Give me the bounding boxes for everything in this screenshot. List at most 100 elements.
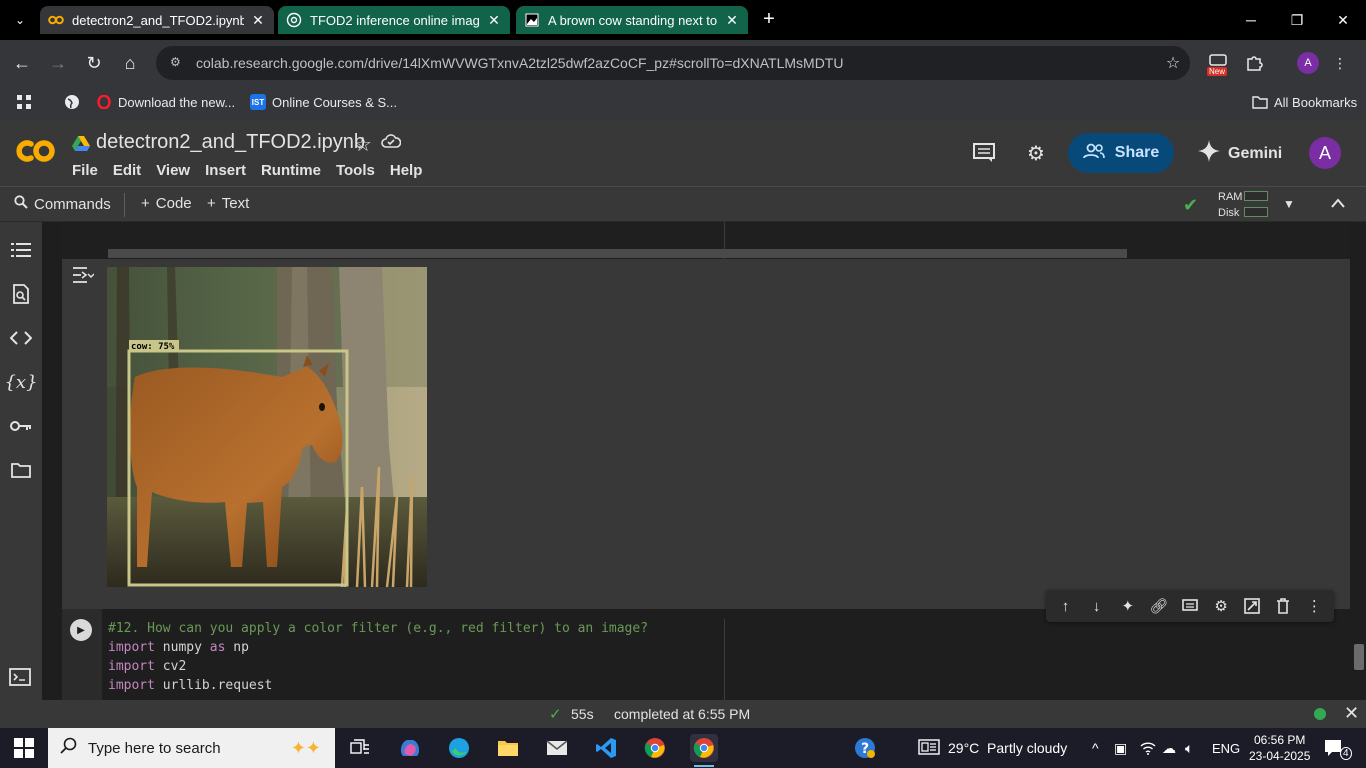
cell-settings-icon[interactable]: ⚙	[1210, 595, 1232, 617]
share-button[interactable]: Share	[1068, 133, 1174, 173]
close-icon[interactable]: ✕	[250, 12, 266, 29]
move-down-icon[interactable]: ↓	[1086, 595, 1108, 617]
tab-tfod2-inference[interactable]: TFOD2 inference online image ✕	[278, 6, 510, 34]
extensions-puzzle-icon[interactable]	[1243, 52, 1265, 74]
window-close-icon[interactable]: ✕	[1320, 0, 1366, 40]
back-arrow-icon[interactable]: ←	[10, 51, 34, 75]
tab-colab[interactable]: detectron2_and_TFOD2.ipynb - ✕	[40, 6, 274, 34]
browser-profile-avatar[interactable]: A	[1297, 52, 1319, 74]
new-badge: New	[1207, 67, 1228, 76]
close-status-icon[interactable]: ✕	[1344, 703, 1359, 724]
settings-gear-icon[interactable]: ⚙	[1023, 140, 1049, 166]
people-icon	[1082, 143, 1105, 164]
code-line: import numpy as np	[108, 640, 249, 655]
weather-widget[interactable]: 29°C Partly cloudy	[918, 728, 1067, 768]
link-icon[interactable]: 🔗︎	[1148, 595, 1170, 617]
commands-button[interactable]: Commands	[14, 195, 111, 213]
tab-cow-image[interactable]: A brown cow standing next to a ✕	[516, 6, 748, 34]
help-icon[interactable]: ?	[851, 734, 879, 762]
forward-arrow-icon[interactable]: →	[46, 51, 70, 75]
terminal-icon[interactable]	[9, 668, 33, 688]
site-info-icon[interactable]: ⚙	[170, 55, 186, 71]
close-icon[interactable]: ✕	[486, 12, 502, 29]
reload-icon[interactable]: ↻	[82, 51, 106, 75]
gemini-button[interactable]: Gemini	[1198, 140, 1282, 167]
menu-view[interactable]: View	[156, 162, 201, 179]
notebook-title[interactable]: detectron2_and_TFOD2.ipynb	[96, 131, 365, 154]
mirror-cell-icon[interactable]	[1241, 595, 1263, 617]
colab-logo-icon[interactable]	[14, 135, 58, 167]
menu-tools[interactable]: Tools	[336, 162, 386, 179]
browser-tabstrip: ⌄ detectron2_and_TFOD2.ipynb - ✕ TFOD2 i…	[0, 0, 1366, 40]
mail-icon[interactable]	[543, 734, 571, 762]
add-code-button[interactable]: + Code	[141, 195, 192, 212]
execution-duration: 55s	[571, 706, 594, 722]
menu-file[interactable]: File	[72, 162, 109, 179]
globe-icon[interactable]	[64, 94, 80, 110]
all-bookmarks[interactable]: All Bookmarks	[1252, 94, 1357, 110]
system-clock[interactable]: 06:56 PM 23-04-2025	[1249, 732, 1310, 764]
notifications-icon[interactable]: 4	[1324, 728, 1352, 768]
task-view-icon[interactable]	[346, 734, 374, 762]
apps-grid-icon[interactable]	[16, 94, 32, 110]
collapse-header-icon[interactable]	[1331, 195, 1345, 211]
address-bar[interactable]: ⚙ colab.research.google.com/drive/14lXmW…	[156, 46, 1190, 80]
edge-icon[interactable]	[445, 734, 473, 762]
language-indicator[interactable]: ENG	[1212, 728, 1240, 768]
copilot-icon[interactable]	[396, 734, 424, 762]
find-replace-icon[interactable]	[9, 282, 33, 306]
gemini-sparkle-icon[interactable]: ✦	[1117, 595, 1139, 617]
bookmark-download[interactable]: Download the new...	[96, 94, 235, 110]
runtime-dropdown-icon[interactable]: ▼	[1283, 197, 1295, 211]
menu-insert[interactable]: Insert	[205, 162, 257, 179]
onedrive-icon[interactable]: ☁	[1162, 728, 1176, 768]
chrome-icon[interactable]	[641, 734, 669, 762]
vertical-scrollbar[interactable]	[1354, 644, 1364, 670]
browser-menu-icon[interactable]: ⋮	[1329, 52, 1351, 74]
files-folder-icon[interactable]	[9, 458, 33, 482]
secrets-key-icon[interactable]	[9, 414, 33, 438]
restore-icon[interactable]: ❐	[1274, 0, 1320, 40]
menu-help[interactable]: Help	[390, 162, 434, 179]
code-snippets-icon[interactable]	[9, 326, 33, 350]
menu-runtime[interactable]: Runtime	[261, 162, 332, 179]
comments-icon[interactable]	[971, 140, 997, 166]
tab-search-chevron-icon[interactable]: ⌄	[8, 8, 32, 32]
search-highlight-icon: ✦✦	[290, 737, 321, 758]
vscode-icon[interactable]	[592, 734, 620, 762]
resource-monitor[interactable]: RAM Disk	[1218, 189, 1242, 221]
volume-icon[interactable]: 🔈︎	[1185, 728, 1193, 768]
more-options-icon[interactable]: ⋮	[1303, 595, 1325, 617]
horizontal-scrollbar[interactable]	[108, 249, 1127, 258]
home-icon[interactable]: ⌂	[118, 51, 142, 75]
extension-new-icon[interactable]: New	[1207, 54, 1229, 76]
code-editor[interactable]: #12. How can you apply a color filter (e…	[108, 619, 648, 695]
run-cell-button[interactable]: ▶	[70, 619, 92, 641]
windows-start-icon[interactable]	[14, 738, 34, 758]
table-of-contents-icon[interactable]	[9, 238, 33, 262]
wifi-icon[interactable]	[1140, 728, 1156, 768]
minimize-icon[interactable]: ─	[1228, 0, 1274, 40]
user-avatar[interactable]: A	[1309, 137, 1341, 169]
taskbar-search[interactable]: Type here to search ✦✦	[48, 728, 335, 768]
comment-icon[interactable]	[1179, 595, 1201, 617]
delete-icon[interactable]	[1272, 595, 1294, 617]
variables-icon[interactable]: {x}	[4, 370, 37, 394]
status-bar: ✓ 55s completed at 6:55 PM ✕	[0, 700, 1366, 728]
tray-network-card-icon[interactable]: ▣	[1114, 728, 1127, 768]
close-icon[interactable]: ✕	[724, 12, 740, 29]
star-icon[interactable]: ☆	[354, 132, 372, 157]
new-tab-icon[interactable]: +	[758, 8, 780, 30]
move-up-icon[interactable]: ↑	[1055, 595, 1077, 617]
search-placeholder: Type here to search	[88, 739, 221, 757]
bookmark-online-courses[interactable]: IST Online Courses & S...	[250, 94, 397, 110]
google-drive-icon[interactable]	[72, 135, 90, 151]
menu-edit[interactable]: Edit	[113, 162, 152, 179]
chrome-active-icon[interactable]	[690, 734, 718, 767]
bookmark-star-icon[interactable]: ☆	[1156, 53, 1190, 73]
output-options-icon[interactable]	[72, 266, 95, 286]
tray-chevron-icon[interactable]: ^	[1092, 728, 1099, 768]
add-text-button[interactable]: + Text	[207, 195, 249, 212]
clock-date: 23-04-2025	[1249, 749, 1311, 763]
file-explorer-icon[interactable]	[494, 734, 522, 762]
